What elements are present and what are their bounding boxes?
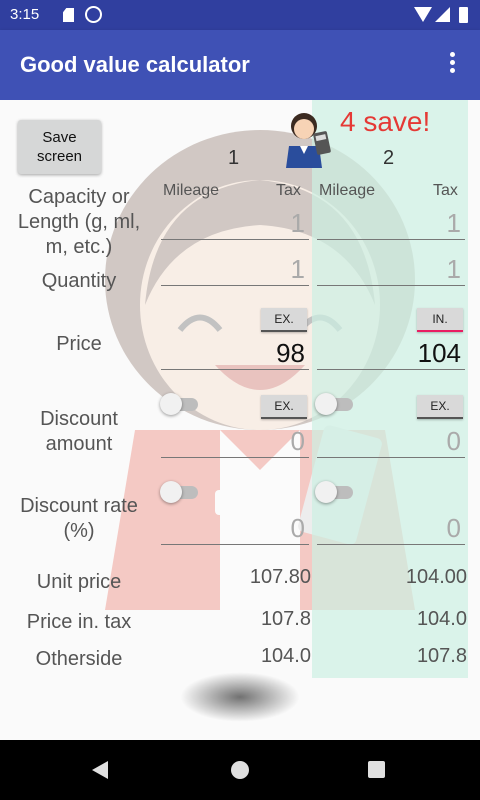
col2-otherside: 107.8 (416, 645, 467, 667)
status-time: 3:15 (10, 6, 40, 23)
column-1-number: 1 (228, 147, 240, 169)
column-2-number: 2 (383, 147, 395, 169)
col1-discount-rate-switch[interactable] (160, 481, 200, 503)
col1-discount-amount-switch[interactable] (160, 393, 200, 415)
col2-price-input[interactable]: 104 (317, 336, 465, 370)
col2-capacity-input[interactable]: 1 (317, 206, 465, 240)
wifi-icon (414, 7, 432, 22)
home-icon[interactable] (231, 761, 249, 779)
clerk-mascot-icon (286, 113, 331, 168)
recents-icon[interactable] (368, 761, 385, 778)
col2-unit-price: 104.00 (405, 566, 467, 588)
col1-discount-amount-input[interactable]: 0 (161, 424, 309, 458)
col2-discount-amount-switch[interactable] (315, 393, 355, 415)
col1-unit-price: 107.80 (249, 566, 311, 588)
col1-price-in-tax: 107.8 (260, 608, 311, 630)
col1-capacity-input[interactable]: 1 (161, 206, 309, 240)
capacity-label: Capacity or Length (g, ml, m, etc.) (17, 186, 141, 258)
result-message: 4 save! (340, 106, 431, 137)
otherside-label: Otherside (35, 648, 123, 670)
unit-price-label: Unit price (36, 571, 122, 593)
column-2-tax-header: Tax (433, 182, 458, 199)
save-button-line1: Save (42, 129, 77, 146)
back-icon[interactable] (92, 761, 108, 779)
col1-discount-tax-toggle[interactable]: EX. (261, 395, 307, 419)
col2-price-in-tax: 104.0 (416, 608, 467, 630)
col2-discount-tax-toggle[interactable]: EX. (417, 395, 463, 419)
col2-discount-rate-input[interactable]: 0 (317, 511, 465, 545)
more-vert-icon[interactable] (442, 52, 462, 80)
calculator-content: Save screen 4 save! 1 2 Mileage Tax Mile… (0, 100, 480, 740)
col2-quantity-input[interactable]: 1 (317, 252, 465, 286)
navigation-bar (0, 740, 480, 800)
col1-otherside: 104.0 (260, 645, 311, 667)
col2-discount-rate-switch[interactable] (315, 481, 355, 503)
app-bar: Good value calculator (0, 30, 480, 100)
col1-quantity-input[interactable]: 1 (161, 252, 309, 286)
col1-discount-rate-input[interactable]: 0 (161, 511, 309, 545)
status-bar: 3:15 (0, 0, 480, 30)
col1-price-tax-toggle[interactable]: EX. (261, 308, 307, 332)
column-1-tax-header: Tax (276, 182, 301, 199)
discount-amount-label: Discount amount (40, 408, 118, 455)
save-screen-button[interactable]: Save screen (18, 120, 101, 174)
signal-icon (435, 7, 450, 22)
app-title: Good value calculator (20, 52, 250, 77)
column-1-mileage-header: Mileage (163, 182, 220, 199)
price-label: Price (56, 333, 102, 355)
sd-card-icon (63, 8, 74, 22)
battery-icon (459, 7, 468, 23)
price-in-tax-label: Price in. tax (26, 611, 132, 633)
col2-discount-amount-input[interactable]: 0 (317, 424, 465, 458)
shadow-decoration (180, 672, 300, 722)
quantity-label: Quantity (41, 270, 117, 292)
sync-icon (85, 6, 102, 23)
save-button-line2: screen (36, 148, 83, 165)
col1-price-input[interactable]: 98 (161, 336, 309, 370)
column-2-mileage-header: Mileage (319, 182, 376, 199)
discount-rate-label: Discount rate (%) (20, 495, 138, 542)
col2-price-tax-toggle[interactable]: IN. (417, 308, 463, 332)
